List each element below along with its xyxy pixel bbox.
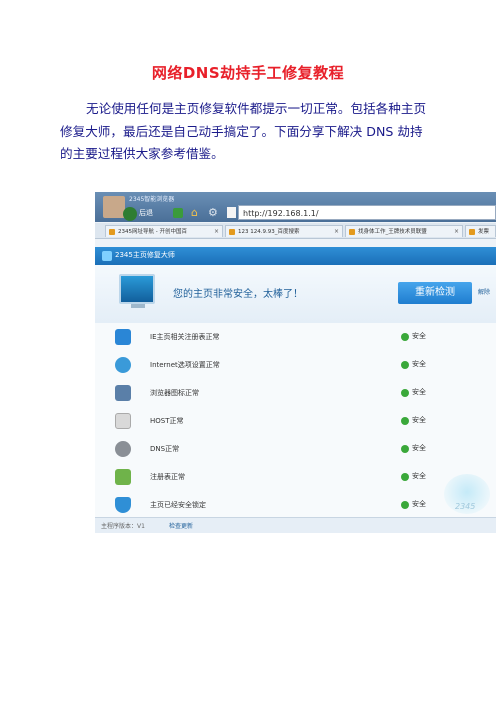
check-icon (401, 473, 409, 481)
tab-bar: 2345网址导航 - 开创中国百 × 123 124.9.93_百度搜索 × 找… (95, 223, 496, 239)
mascot-text: 2345 (455, 502, 476, 511)
intro-paragraph: 无论使用任何是主页修复软件都提示一切正常。包括各种主页修复大师，最后还是自己动手… (60, 101, 427, 161)
app-logo-icon (102, 251, 112, 261)
tab-label: 发票 (478, 229, 490, 235)
version-text: 主程序版本：V1 (101, 523, 145, 530)
file-icon (115, 413, 131, 429)
ie-icon (115, 329, 131, 345)
window-title: 2345智能浏览器 (129, 196, 175, 203)
item-label: 注册表正常 (150, 473, 185, 481)
app-footer: 主程序版本：V1 检查更新 (95, 517, 496, 533)
app-title: 2345主页修复大师 (115, 251, 175, 259)
close-icon[interactable]: × (454, 226, 459, 237)
page-icon (227, 207, 236, 218)
tab-label: 2345网址导航 - 开创中国百 (118, 229, 187, 235)
tab-favicon-icon (109, 229, 115, 235)
shield-icon (115, 497, 131, 513)
list-item: DNS正常 安全 (95, 435, 496, 465)
item-label: Internet选项设置正常 (150, 361, 220, 369)
tab-3[interactable]: 找身体工作_王牌技术员联盟 × (345, 225, 463, 237)
tab-2[interactable]: 123 124.9.93_百度搜索 × (225, 225, 343, 237)
item-label: 主页已经安全锁定 (150, 501, 206, 509)
monitor-stand (131, 304, 145, 308)
back-button[interactable]: 后退 (139, 208, 153, 218)
item-label: 浏览器图标正常 (150, 389, 199, 397)
check-icon (401, 445, 409, 453)
check-icon (401, 501, 409, 509)
tab-favicon-icon (469, 229, 475, 235)
check-icon (401, 333, 409, 341)
close-icon[interactable]: × (334, 226, 339, 237)
settings-icon[interactable]: ⚙ (208, 207, 218, 218)
recheck-button[interactable]: 重新检测 (398, 282, 472, 304)
list-item: IE主页相关注册表正常 安全 (95, 323, 496, 353)
globe-icon (115, 357, 131, 373)
document-title: 网络DNS劫持手工修复教程 (151, 64, 345, 82)
tab-4[interactable]: 发票 (465, 225, 496, 237)
status-badge: 安全 (412, 360, 426, 368)
tab-label: 找身体工作_王牌技术员联盟 (358, 229, 427, 235)
item-label: IE主页相关注册表正常 (150, 333, 220, 341)
list-item: 注册表正常 安全 (95, 463, 496, 493)
home-icon[interactable]: ⌂ (191, 207, 198, 218)
address-bar[interactable]: http://192.168.1.1/ (238, 205, 496, 220)
status-badge: 安全 (412, 472, 426, 480)
embedded-screenshot: 2345智能浏览器 后退 ⌂ ⚙ http://192.168.1.1/ 234… (95, 192, 496, 533)
monitor-icon (119, 274, 155, 304)
list-item: 浏览器图标正常 安全 (95, 379, 496, 409)
status-badge: 安全 (412, 500, 426, 508)
tab-1[interactable]: 2345网址导航 - 开创中国百 × (105, 225, 223, 237)
more-link[interactable]: 解除 (478, 287, 490, 296)
safe-message: 您的主页非常安全，太棒了！ (173, 289, 303, 300)
monitor-icon (115, 385, 131, 401)
avatar (103, 196, 125, 218)
status-badge: 安全 (412, 332, 426, 340)
tab-favicon-icon (229, 229, 235, 235)
status-badge: 安全 (412, 416, 426, 424)
list-item: HOST正常 安全 (95, 407, 496, 437)
check-icon (401, 361, 409, 369)
tab-favicon-icon (349, 229, 355, 235)
registry-icon (115, 469, 131, 485)
close-icon[interactable]: × (214, 226, 219, 237)
refresh-icon[interactable] (173, 208, 183, 218)
status-banner: 您的主页非常安全，太棒了！ 重新检测 解除 (95, 265, 496, 323)
app-header: 2345主页修复大师 (95, 247, 496, 265)
check-icon (401, 417, 409, 425)
gear-icon (115, 441, 131, 457)
check-icon (401, 389, 409, 397)
tab-label: 123 124.9.93_百度搜索 (238, 229, 300, 235)
item-label: HOST正常 (150, 417, 184, 425)
status-badge: 安全 (412, 444, 426, 452)
list-item: Internet选项设置正常 安全 (95, 351, 496, 381)
check-update-link[interactable]: 检查更新 (169, 521, 193, 530)
status-badge: 安全 (412, 388, 426, 396)
item-label: DNS正常 (150, 445, 180, 453)
back-icon[interactable] (123, 207, 137, 221)
